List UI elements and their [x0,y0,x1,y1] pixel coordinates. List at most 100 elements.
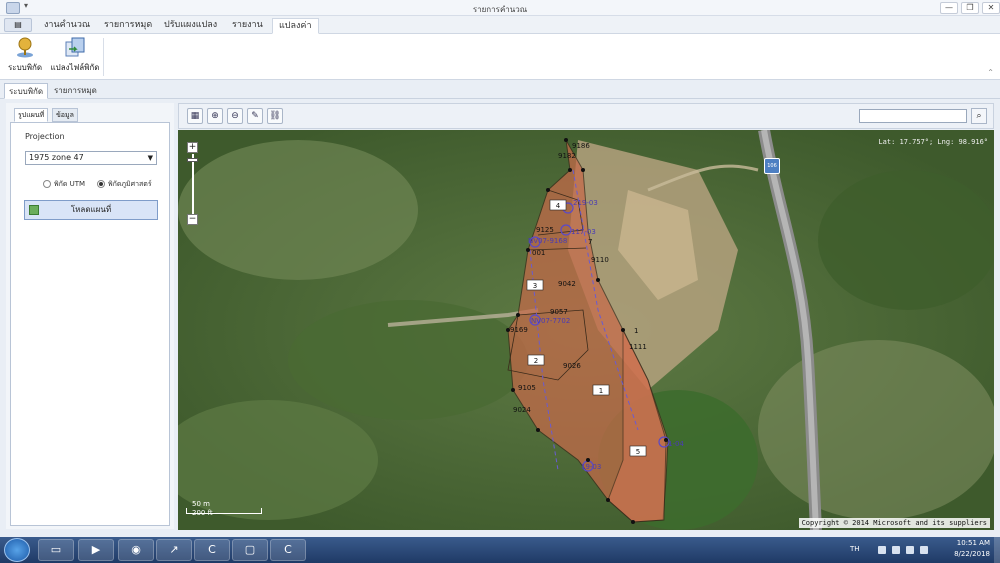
zoom-out-button[interactable]: − [187,214,198,225]
map-view[interactable]: 1 2 3 4 5 9182 9186 9125 9110 9042 9057 … [178,130,994,530]
ribbon-panel: ระบบพิกัด แปลงไฟล์พิกัด ⌃ [0,34,1000,80]
title-bar: ▾ รายการคำนวณ — ❐ ✕ [0,0,1000,16]
point-number: 9186 [572,142,590,150]
chrome-icon[interactable]: ◉ [118,539,154,561]
convert-file-icon [64,36,86,58]
chevron-down-icon: ▼ [147,154,153,162]
tab-point-list[interactable]: รายการหมุด [98,18,158,34]
eraser-icon[interactable]: ✎ [247,108,263,124]
full-extent-icon[interactable]: ▦ [187,108,203,124]
map-icon [29,205,39,215]
file-menu-button[interactable]: ▤ [4,18,32,32]
zoom-slider[interactable] [192,154,194,214]
scale-metric: 50 m [192,500,210,508]
plot-label[interactable]: 4 [556,202,561,210]
point-number: 1111 [629,343,647,351]
plot-label[interactable]: 5 [636,448,640,456]
volume-icon[interactable] [920,546,928,554]
plot-label[interactable]: 3 [533,282,537,290]
point-number: 7 [588,238,592,246]
control-point-id[interactable]: NV07-7702 [531,317,570,325]
plot-label[interactable]: 2 [534,357,538,365]
radio-utm[interactable]: พิกัด UTM [43,179,85,190]
restore-button[interactable]: ❐ [961,2,979,14]
media-player-icon[interactable]: ▶ [78,539,114,561]
control-point-id[interactable]: 219-03 [573,199,598,207]
point-number: 1 [634,327,638,335]
projection-label: Projection [25,132,65,141]
close-button[interactable]: ✕ [982,2,1000,14]
link-icon[interactable]: ⛓ [267,108,283,124]
scale-bar: 50 m 200 ft [186,500,264,518]
clock-time[interactable]: 10:51 AM [957,539,990,547]
radio-geographic-label: พิกัดภูมิศาสตร์ [108,180,152,188]
start-button[interactable] [4,538,30,562]
signal-icon[interactable] [906,546,914,554]
tab-calculation[interactable]: งานคำนวณ [38,18,96,34]
file-explorer-icon[interactable]: ▭ [38,539,74,561]
collapse-ribbon-icon[interactable]: ⌃ [987,68,994,77]
camtasia-icon[interactable]: C [194,539,230,561]
document-tab-bar: ระบบพิกัด รายการหมุด [0,80,1000,99]
point-number: 9169 [510,326,528,334]
window-icon[interactable]: ▢ [232,539,268,561]
window-title: รายการคำนวณ [472,5,528,14]
coordinate-system-label: ระบบพิกัด [7,63,43,72]
tab-report[interactable]: รายงาน [226,18,269,34]
show-desktop-button[interactable] [994,537,1000,563]
convert-file-button[interactable]: แปลงไฟล์พิกัด [50,36,100,78]
control-point-id[interactable]: 117-03 [571,228,596,236]
coordinate-system-button[interactable]: ระบบพิกัด [6,36,44,78]
point-number: 9057 [550,308,568,316]
radio-geographic-dot [97,180,105,188]
projection-select[interactable]: 1975 zone 47 ▼ [25,151,157,165]
zoom-in-icon[interactable]: ⊕ [207,108,223,124]
doc-tab-point-list[interactable]: รายการหมุด [50,83,101,99]
control-point-id[interactable]: NV07-9168 [528,237,567,245]
radio-utm-label: พิกัด UTM [54,180,86,188]
point-number: 9110 [591,256,609,264]
network-icon[interactable] [892,546,900,554]
zoom-out-icon[interactable]: ⊖ [227,108,243,124]
control-point-id[interactable]: 19-03 [581,463,601,471]
parcel-overlay: 1 2 3 4 5 9182 9186 9125 9110 9042 9057 … [510,142,684,471]
point-number: 9182 [558,152,576,160]
map-copyright: Copyright © 2014 Microsoft and its suppl… [798,518,990,528]
coordinate-readout: Lat: 17.757°; Lng: 98.916° [878,138,988,146]
road-marker: 106 [764,158,780,174]
doc-tab-coordinate-system[interactable]: ระบบพิกัด [4,83,49,99]
point-number: 9042 [558,280,576,288]
taskbar: ▭ ▶ ◉ ↗ C ▢ C TH 10:51 AM 8/22/2018 [0,537,1000,563]
ribbon-separator [103,38,104,76]
search-icon[interactable]: ⌕ [971,108,987,124]
point-number: 9024 [513,406,531,414]
language-indicator[interactable]: TH [850,545,860,553]
tab-convert[interactable]: แปลงค่า [272,18,319,34]
point-number: 9026 [563,362,581,370]
tab-adjust-plot[interactable]: ปรับแผงแปลง [158,18,223,34]
clock-date[interactable]: 8/22/2018 [954,550,990,558]
load-map-label: โหลดแผนที่ [70,205,112,214]
radio-geographic[interactable]: พิกัดภูมิศาสตร์ [97,179,152,190]
scale-imperial: 200 ft [192,509,213,517]
flag-icon[interactable] [878,546,886,554]
convert-file-label: แปลงไฟล์พิกัด [50,63,100,72]
app-icon[interactable]: ↗ [156,539,192,561]
system-tray: TH 10:51 AM 8/22/2018 [840,537,1000,563]
plot-label[interactable]: 1 [599,387,603,395]
control-point-id[interactable]: 1-04 [668,440,684,448]
point-number: 001 [532,249,545,257]
panel-tab-data[interactable]: ข้อมูล [52,108,78,122]
map-search-input[interactable] [859,109,967,123]
camtasia-recorder-icon[interactable]: C [270,539,306,561]
panel-tab-map-image[interactable]: รูปแผนที่ [14,108,49,122]
ribbon-tab-bar: ▤ งานคำนวณ รายการหมุด ปรับแผงแปลง รายงาน… [0,16,1000,34]
load-map-button[interactable]: โหลดแผนที่ [24,200,158,220]
point-number: 9105 [518,384,536,392]
map-toolbar: ▦ ⊕ ⊖ ✎ ⛓ ⌕ [178,103,994,129]
zoom-slider-handle[interactable] [187,158,198,162]
zoom-in-button[interactable]: + [187,142,198,153]
left-panel: รูปแผนที่ ข้อมูล Projection 1975 zone 47… [6,103,174,529]
minimize-button[interactable]: — [940,2,958,14]
point-number: 9125 [536,226,554,234]
